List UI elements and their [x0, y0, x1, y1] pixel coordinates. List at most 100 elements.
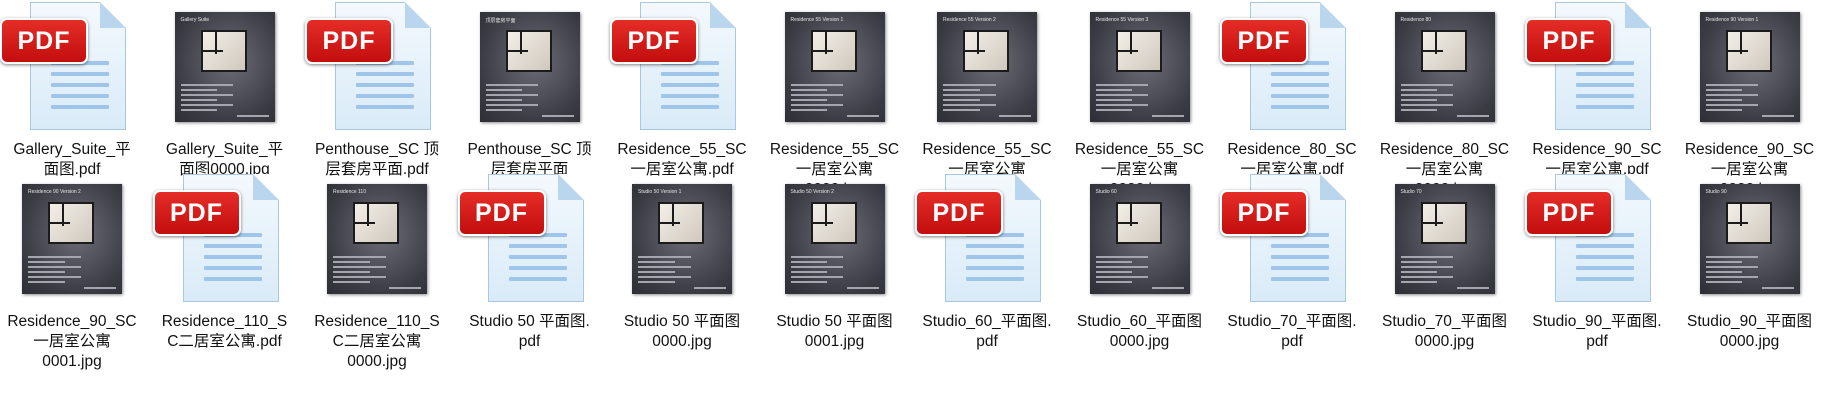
pdf-file-icon: PDF — [1525, 0, 1669, 134]
floor-plan-thumbnail: Residence 90 Version 2 — [0, 172, 144, 306]
legend-text-block — [485, 84, 574, 114]
floor-plan-drawing — [810, 202, 857, 244]
pdf-file-icon: PDF — [305, 0, 449, 134]
floor-plan-thumbnail: Studio 90 — [1678, 172, 1822, 306]
floor-plan-thumbnail: Studio 60 — [1068, 172, 1212, 306]
image-preview: Studio 50 Version 2 — [784, 184, 885, 294]
image-preview: Residence 55 Version 3 — [1089, 12, 1190, 122]
file-name-label: Studio_60_平面图. pdf — [922, 313, 1052, 350]
pdf-badge: PDF — [1220, 18, 1308, 64]
jpg-file-item[interactable]: 顶层套房平面Penthouse_SC 顶 层套房平面 0000.jpg — [458, 0, 602, 200]
brand-mark — [1151, 287, 1184, 289]
legend-text-block — [180, 84, 269, 114]
pdf-file-item[interactable]: PDF Penthouse_SC 顶 层套房平面.pdf — [305, 0, 449, 180]
jpg-file-item[interactable]: Residence 55 Version 3 Residence_55_SC 一居… — [1068, 0, 1212, 200]
legend-text-block — [790, 256, 879, 286]
file-name-label: Residence_110_S C二居室公寓.pdf — [161, 313, 288, 350]
image-preview: Residence 110 — [327, 184, 427, 294]
text-lines-icon — [966, 233, 1024, 288]
legend-text-block — [1400, 84, 1489, 114]
text-lines-icon — [508, 233, 567, 288]
pdf-file-item[interactable]: PDF Studio_90_平面图. pdf — [1525, 172, 1669, 352]
legend-text-block — [1705, 256, 1794, 286]
jpg-file-item[interactable]: Studio 50 Version 2 Studio 50 平面图 0001.jp… — [763, 172, 907, 352]
pdf-file-icon: PDF — [0, 0, 144, 134]
text-lines-icon — [1576, 61, 1634, 116]
text-lines-icon — [1576, 233, 1634, 288]
brand-mark — [541, 115, 574, 117]
image-preview: Studio 70 — [1394, 184, 1495, 294]
pdf-badge: PDF — [915, 190, 1003, 236]
legend-text-block — [28, 256, 116, 286]
thumbnail-title: Residence 90 Version 1 — [1705, 17, 1759, 23]
pdf-file-icon: PDF — [915, 172, 1059, 306]
pdf-file-item[interactable]: PDF Studio 50 平面图. pdf — [457, 172, 602, 352]
file-name-label: Studio_70_平面图. pdf — [1227, 313, 1357, 350]
brand-mark — [999, 115, 1031, 117]
text-lines-icon — [1271, 61, 1329, 116]
image-preview: 顶层套房平面 — [479, 12, 580, 122]
pdf-badge: PDF — [305, 18, 393, 64]
brand-mark — [84, 287, 116, 289]
floor-plan-drawing — [353, 202, 399, 244]
jpg-file-item[interactable]: Residence 55 Version 1 Residence_55_SC 一居… — [763, 0, 907, 200]
page-fold-icon — [252, 174, 279, 200]
thumbnail-title: 顶层套房平面 — [485, 18, 516, 24]
floor-plan-thumbnail: Residence 80 — [1373, 0, 1517, 134]
brand-mark — [1456, 115, 1489, 117]
jpg-file-item[interactable]: Studio 60 Studio_60_平面图 0000.jpg — [1068, 172, 1212, 352]
text-lines-icon — [661, 61, 719, 116]
file-name-label: Studio_90_平面图. pdf — [1532, 313, 1662, 350]
pdf-file-item[interactable]: PDF Residence_90_SC 一居室公寓.pdf — [1525, 0, 1669, 180]
brand-mark — [694, 287, 726, 289]
floor-plan-thumbnail: Residence 55 Version 1 — [763, 0, 907, 134]
file-name-label: Studio 50 平面图 0000.jpg — [623, 313, 741, 350]
file-name-label: Studio 50 平面图. pdf — [469, 313, 590, 350]
pdf-file-item[interactable]: PDF Residence_110_S C二居室公寓.pdf — [152, 172, 297, 352]
floor-plan-drawing — [1420, 202, 1467, 244]
pdf-badge: PDF — [1220, 190, 1308, 236]
image-preview: Gallery Suite — [174, 12, 275, 122]
page-fold-icon — [710, 2, 736, 28]
jpg-file-item[interactable]: Residence 110 Residence_110_S C二居室公寓 0000… — [305, 172, 449, 372]
pdf-file-item[interactable]: PDF Residence_80_SC 一居室公寓.pdf — [1220, 0, 1364, 180]
thumbnail-title: Residence 55 Version 3 — [1095, 17, 1149, 23]
floor-plan-drawing — [1115, 202, 1162, 244]
jpg-file-item[interactable]: Residence 80Residence_80_SC 一居室公寓 0000.j… — [1373, 0, 1517, 200]
page-fold-icon — [1320, 174, 1346, 200]
brand-mark — [1456, 287, 1489, 289]
floor-plan-drawing — [1115, 30, 1162, 72]
jpg-file-item[interactable]: Gallery Suite Gallery_Suite_平 面图0000.jpg — [153, 0, 297, 180]
floor-plan-drawing — [505, 30, 552, 72]
image-preview: Residence 90 Version 1 — [1699, 12, 1800, 122]
jpg-file-item[interactable]: Residence 55 Version 2 Residence_55_SC 一居… — [915, 0, 1059, 200]
thumbnail-title: Residence 80 — [1400, 17, 1432, 23]
jpg-file-item[interactable]: Studio 90 Studio_90_平面图 0000.jpg — [1678, 172, 1822, 352]
floor-plan-drawing — [48, 202, 94, 244]
jpg-file-item[interactable]: Residence 90 Version 1 Residence_90_SC 一居… — [1678, 0, 1822, 200]
pdf-badge: PDF — [152, 190, 241, 236]
text-lines-icon — [356, 61, 414, 116]
pdf-file-item[interactable]: PDF Gallery_Suite_平 面图.pdf — [0, 0, 144, 180]
thumbnail-title: Residence 110 — [333, 189, 366, 195]
pdf-file-icon: PDF — [1525, 172, 1669, 306]
pdf-file-item[interactable]: PDF Residence_55_SC 一居室公寓.pdf — [610, 0, 754, 180]
floor-plan-thumbnail: 顶层套房平面 — [458, 0, 602, 134]
floor-plan-thumbnail: Studio 50 Version 1 — [610, 172, 754, 306]
pdf-file-icon: PDF — [1220, 0, 1364, 134]
legend-text-block — [1400, 256, 1489, 286]
floor-plan-thumbnail: Gallery Suite — [153, 0, 297, 134]
brand-mark — [1151, 115, 1184, 117]
thumbnail-title: Studio 50 Version 1 — [638, 189, 682, 195]
brand-mark — [846, 287, 879, 289]
pdf-file-item[interactable]: PDF Studio_70_平面图. pdf — [1220, 172, 1364, 352]
jpg-file-item[interactable]: Studio 50 Version 1 Studio 50 平面图 0000.jp… — [610, 172, 754, 352]
pdf-badge: PDF — [457, 190, 546, 236]
jpg-file-item[interactable]: Residence 90 Version 2 Residence_90_SC 一居… — [0, 172, 144, 372]
pdf-file-item[interactable]: PDF Studio_60_平面图. pdf — [915, 172, 1059, 352]
image-preview: Residence 55 Version 1 — [784, 12, 885, 122]
brand-mark — [389, 287, 421, 289]
brand-mark — [846, 115, 879, 117]
legend-text-block — [943, 84, 1031, 114]
jpg-file-item[interactable]: Studio 70 Studio_70_平面图 0000.jpg — [1373, 172, 1517, 352]
